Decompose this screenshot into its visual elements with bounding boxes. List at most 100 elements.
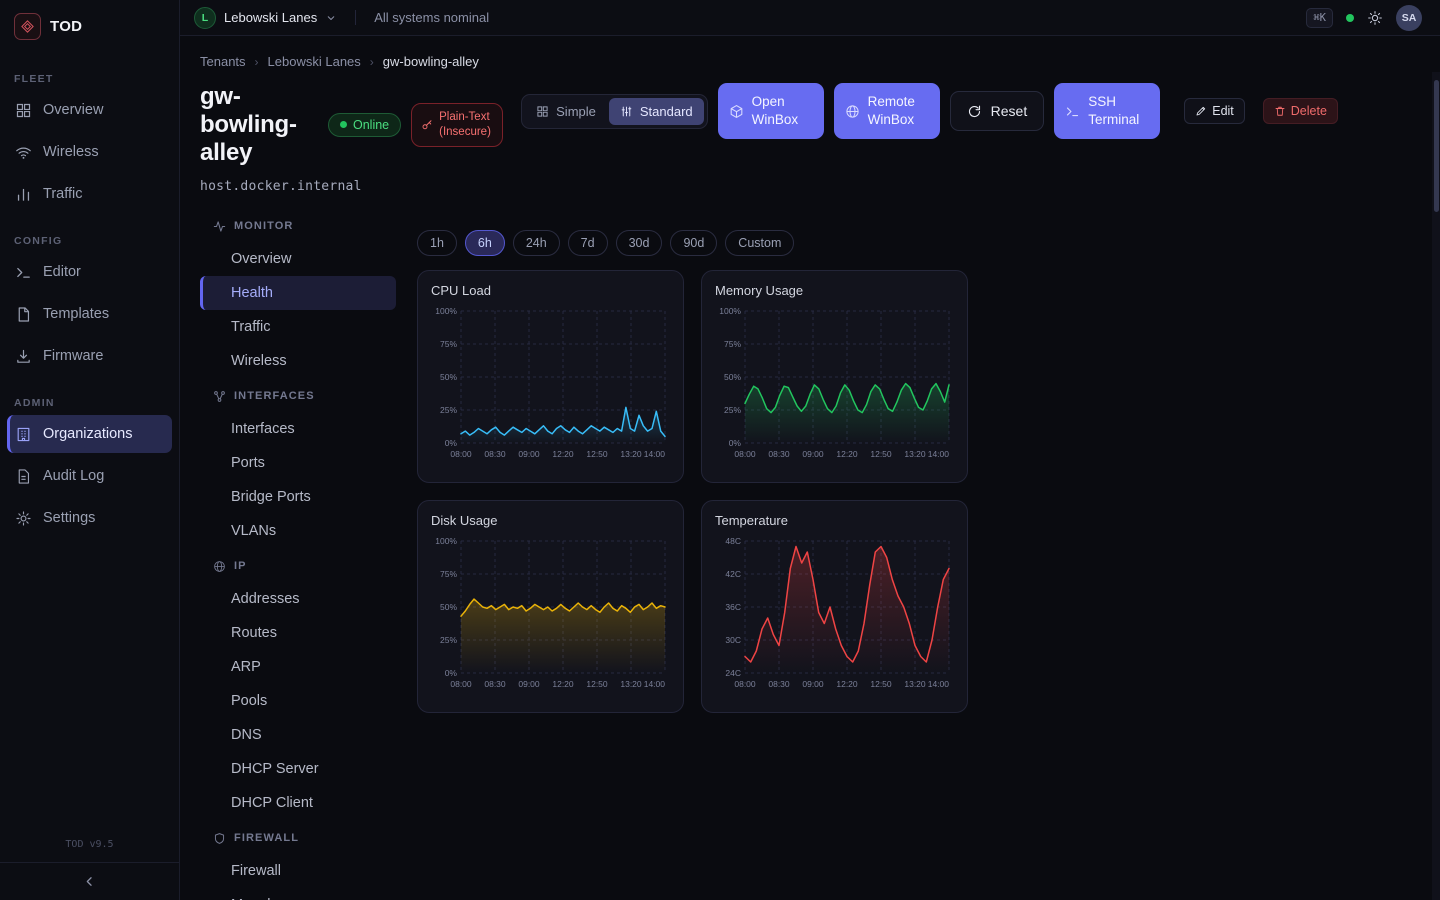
svg-text:14:00: 14:00 (644, 449, 666, 459)
svg-text:13:20: 13:20 (620, 449, 642, 459)
subnav-item-mangle[interactable]: Mangle (200, 888, 396, 900)
svg-text:12:50: 12:50 (870, 449, 892, 459)
sidebar-item-settings[interactable]: Settings (7, 499, 172, 537)
subnav-item-dns[interactable]: DNS (200, 718, 396, 752)
sidebar-item-organizations[interactable]: Organizations (7, 415, 172, 453)
subnav-item-wireless[interactable]: Wireless (200, 344, 396, 378)
tenant-switcher[interactable]: L Lebowski Lanes (194, 7, 337, 29)
subnav-item-addresses[interactable]: Addresses (200, 582, 396, 616)
subnav-group-label: INTERFACES (234, 390, 315, 402)
chart-title: CPU Load (431, 283, 670, 298)
terminal-icon (1065, 104, 1080, 119)
sidebar: TOD FLEET Overview Wireless Traffic CONF… (0, 0, 180, 900)
svg-text:30C: 30C (725, 635, 741, 645)
sidebar-item-templates[interactable]: Templates (7, 295, 172, 333)
sidebar-item-wireless[interactable]: Wireless (7, 133, 172, 171)
svg-text:0%: 0% (729, 438, 742, 448)
sidebar-item-editor[interactable]: Editor (7, 253, 172, 291)
chart-title: Disk Usage (431, 513, 670, 528)
time-range-custom[interactable]: Custom (725, 230, 794, 256)
device-subnav: MONITOR Overview Health Traffic Wireless… (200, 208, 396, 900)
sidebar-item-label: Editor (43, 264, 81, 280)
trash-icon (1274, 105, 1286, 117)
sidebar-item-overview[interactable]: Overview (7, 91, 172, 129)
key-icon (421, 119, 433, 131)
subnav-item-firewall[interactable]: Firewall (200, 854, 396, 888)
sidebar-item-traffic[interactable]: Traffic (7, 175, 172, 213)
theme-toggle-button[interactable] (1367, 10, 1383, 26)
mode-simple-segment[interactable]: Simple (525, 98, 607, 125)
svg-text:08:00: 08:00 (450, 449, 472, 459)
subnav-item-pools[interactable]: Pools (200, 684, 396, 718)
edit-label: Edit (1212, 104, 1234, 118)
subnav-item-arp[interactable]: ARP (200, 650, 396, 684)
activity-icon (213, 220, 226, 233)
logo-diamond-icon (14, 13, 41, 40)
mode-standard-segment[interactable]: Standard (609, 98, 704, 125)
chart-card: CPU Load 100%75%50%25%0%08:0008:3009:001… (417, 270, 684, 483)
mode-standard-label: Standard (640, 104, 693, 119)
subnav-item-traffic[interactable]: Traffic (200, 310, 396, 344)
app-version: TOD v9.5 (0, 839, 179, 850)
time-range-30d[interactable]: 30d (616, 230, 663, 256)
svg-text:09:00: 09:00 (802, 679, 824, 689)
svg-text:100%: 100% (719, 306, 741, 316)
time-range-1h[interactable]: 1h (417, 230, 457, 256)
subnav-group-interfaces: INTERFACES (200, 380, 396, 412)
svg-text:09:00: 09:00 (518, 679, 540, 689)
sidebar-section-config: CONFIG (0, 235, 179, 247)
online-dot (340, 121, 347, 128)
remote-winbox-button[interactable]: Remote WinBox (834, 83, 940, 139)
user-avatar[interactable]: SA (1396, 5, 1422, 31)
time-range-90d[interactable]: 90d (670, 230, 717, 256)
sidebar-item-audit-log[interactable]: Audit Log (7, 457, 172, 495)
subnav-item-ports[interactable]: Ports (200, 446, 396, 480)
svg-text:13:20: 13:20 (904, 449, 926, 459)
sliders-icon (620, 105, 633, 118)
subnav-item-interfaces[interactable]: Interfaces (200, 412, 396, 446)
subnav-item-health[interactable]: Health (200, 276, 396, 310)
time-range-7d[interactable]: 7d (568, 230, 608, 256)
globe-icon (845, 104, 860, 119)
command-palette-shortcut[interactable]: ⌘K (1306, 8, 1333, 28)
sidebar-footer: TOD v9.5 (0, 839, 179, 900)
reset-button[interactable]: Reset (950, 91, 1045, 131)
file-text-icon (15, 468, 32, 485)
svg-text:50%: 50% (440, 602, 457, 612)
ssh-terminal-button[interactable]: SSH Terminal (1054, 83, 1160, 139)
scrollbar-thumb[interactable] (1434, 80, 1439, 212)
breadcrumb-link-tenants[interactable]: Tenants (200, 54, 246, 69)
subnav-item-bridge-ports[interactable]: Bridge Ports (200, 480, 396, 514)
svg-text:12:20: 12:20 (552, 679, 574, 689)
subnav-item-routes[interactable]: Routes (200, 616, 396, 650)
sidebar-item-label: Traffic (43, 186, 82, 202)
time-range-24h[interactable]: 24h (513, 230, 560, 256)
app-root: TOD FLEET Overview Wireless Traffic CONF… (0, 0, 1440, 900)
open-winbox-button[interactable]: Open WinBox (718, 83, 824, 139)
shield-icon (213, 832, 226, 845)
tenant-avatar: L (194, 7, 216, 29)
device-badges: Online Plain-Text (Insecure) (328, 103, 503, 147)
sidebar-item-firmware[interactable]: Firmware (7, 337, 172, 375)
svg-text:50%: 50% (724, 372, 741, 382)
sidebar-collapse-button[interactable] (0, 862, 179, 900)
subnav-item-dhcp-client[interactable]: DHCP Client (200, 786, 396, 820)
subnav-item-vlans[interactable]: VLANs (200, 514, 396, 548)
delete-button[interactable]: Delete (1263, 98, 1338, 124)
system-status-text: All systems nominal (374, 10, 489, 25)
time-range-6h[interactable]: 6h (465, 230, 505, 256)
chevron-down-icon (325, 12, 337, 24)
cube-icon (729, 104, 744, 119)
edit-button[interactable]: Edit (1184, 98, 1245, 124)
svg-text:12:20: 12:20 (836, 679, 858, 689)
subnav-item-dhcp-server[interactable]: DHCP Server (200, 752, 396, 786)
svg-text:12:50: 12:50 (586, 679, 608, 689)
svg-text:08:30: 08:30 (768, 449, 790, 459)
globe-icon (213, 560, 226, 573)
subnav-item-overview[interactable]: Overview (200, 242, 396, 276)
breadcrumb-link-tenant[interactable]: Lebowski Lanes (268, 54, 361, 69)
topbar-divider (355, 10, 356, 25)
svg-text:36C: 36C (725, 602, 741, 612)
device-actions: Simple Standard Open WinBox Remote Wi (521, 83, 1338, 139)
svg-text:09:00: 09:00 (518, 449, 540, 459)
